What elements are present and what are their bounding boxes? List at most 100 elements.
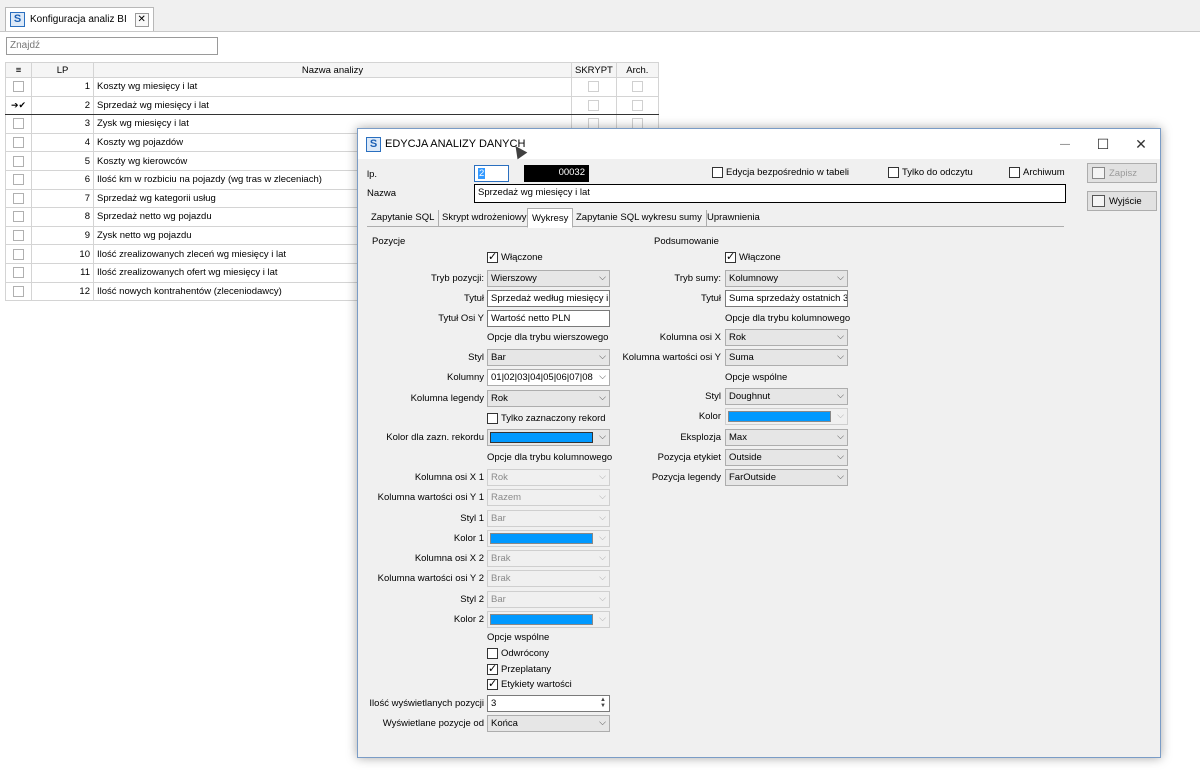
tab-permissions[interactable]: Uprawnienia xyxy=(703,210,764,227)
arch-checkbox[interactable] xyxy=(631,81,643,93)
displayed-from-select[interactable]: Końca ⌵ xyxy=(487,715,610,732)
exit-button[interactable]: Wyjście xyxy=(1087,191,1157,211)
displayed-from-value: Końca xyxy=(491,718,518,729)
style2-label: Styl 2 xyxy=(460,594,484,605)
save-button[interactable]: Zapisz xyxy=(1087,163,1157,183)
row-checkbox[interactable] xyxy=(13,81,24,93)
columns-select[interactable]: 01|02|03|04|05|06|07|08 ⌵ xyxy=(487,369,610,386)
legend-column-select[interactable]: Rok ⌵ xyxy=(487,390,610,407)
sum-x-column-select[interactable]: Rok ⌵ xyxy=(725,329,848,346)
close-icon[interactable]: ✕ xyxy=(134,12,149,27)
reversed-checkbox[interactable]: Odwrócony xyxy=(487,648,549,659)
minimize-button[interactable]: — xyxy=(1046,129,1084,159)
lp-field[interactable]: 2 xyxy=(474,165,509,182)
spin-arrows-icon[interactable]: ▲ ▼ xyxy=(598,697,608,710)
row-checkbox[interactable] xyxy=(13,137,24,149)
sum-style-select[interactable]: Doughnut ⌵ xyxy=(725,388,848,405)
row-checkbox[interactable] xyxy=(13,192,24,204)
row-select-cell[interactable] xyxy=(5,244,32,264)
x1-select[interactable]: Rok ⌵ xyxy=(487,469,610,486)
row-select-cell[interactable] xyxy=(5,151,32,171)
row-select-cell[interactable]: ➔✔ xyxy=(5,95,32,116)
color1-select[interactable]: ⌵ xyxy=(487,530,610,547)
sum-mode-select[interactable]: Kolumnowy ⌵ xyxy=(725,270,848,287)
checkbox-box xyxy=(487,662,498,675)
tab-sql-query[interactable]: Zapytanie SQL xyxy=(367,210,440,227)
y1-select[interactable]: Razem ⌵ xyxy=(487,489,610,506)
color2-select[interactable]: ⌵ xyxy=(487,611,610,628)
color-swatch xyxy=(490,533,593,544)
column-header-script[interactable]: SKRYPT xyxy=(571,62,617,78)
column-header-arch[interactable]: Arch. xyxy=(615,62,659,78)
floppy-disk-icon xyxy=(1092,167,1105,179)
axis-title-input[interactable]: Wartość netto PLN xyxy=(487,310,610,327)
label-position-select[interactable]: Outside ⌵ xyxy=(725,449,848,466)
row-select-cell[interactable] xyxy=(5,169,32,190)
direct-edit-checkbox[interactable]: Edycja bezpośrednio w tabeli xyxy=(712,167,849,178)
row-select-cell[interactable] xyxy=(5,114,32,134)
tab-charts[interactable]: Wykresy xyxy=(527,208,574,228)
row-checkbox[interactable] xyxy=(13,285,24,297)
position-mode-select[interactable]: Wierszowy ⌵ xyxy=(487,270,610,287)
archive-checkbox[interactable]: Archiwum xyxy=(1009,167,1065,178)
style-select[interactable]: Bar ⌵ xyxy=(487,349,610,366)
column-header-name[interactable]: Nazwa analizy xyxy=(93,62,572,78)
y2-select[interactable]: Brak ⌵ xyxy=(487,570,610,587)
interlaced-checkbox[interactable]: Przeplatany xyxy=(487,662,551,675)
tab-sum-chart-sql[interactable]: Zapytanie SQL wykresu sumy xyxy=(572,210,707,227)
row-checkbox[interactable] xyxy=(13,248,24,260)
x2-select[interactable]: Brak ⌵ xyxy=(487,550,610,567)
sum-y-column-select[interactable]: Suma ⌵ xyxy=(725,349,848,366)
legend-position-select[interactable]: FarOutside ⌵ xyxy=(725,469,848,486)
displayed-count-stepper[interactable]: 3 ▲ ▼ xyxy=(487,695,610,712)
row-select-cell[interactable] xyxy=(5,77,32,97)
script-checkbox[interactable] xyxy=(588,81,600,93)
column-header-lp[interactable]: LP xyxy=(31,62,94,78)
row-checkbox[interactable] xyxy=(13,174,24,186)
table-row[interactable]: 1 Koszty wg miesięcy i lat xyxy=(5,77,659,97)
row-lp: 12 xyxy=(31,281,94,302)
summary-enabled-checkbox[interactable]: Włączone xyxy=(725,250,781,263)
row-checkbox[interactable] xyxy=(13,267,24,279)
only-selected-checkbox[interactable]: Tylko zaznaczony rekord xyxy=(487,413,606,424)
row-select-cell[interactable] xyxy=(5,225,32,246)
name-input[interactable]: Sprzedaż wg miesięcy i lat xyxy=(474,184,1066,203)
row-checkbox[interactable] xyxy=(13,118,24,130)
position-mode-value: Wierszowy xyxy=(491,273,537,284)
chevron-down-icon: ⌵ xyxy=(837,471,844,481)
value-labels-checkbox[interactable]: Etykiety wartości xyxy=(487,677,572,690)
row-select-cell[interactable] xyxy=(5,281,32,302)
save-label: Zapisz xyxy=(1109,167,1137,179)
close-button[interactable]: ✕ xyxy=(1122,129,1160,159)
row-select-cell[interactable] xyxy=(5,262,32,283)
table-row[interactable]: ➔✔ 2 Sprzedaż wg miesięcy i lat xyxy=(5,95,659,116)
row-select-cell[interactable] xyxy=(5,207,32,227)
row-select-cell[interactable] xyxy=(5,188,32,209)
row-lp: 1 xyxy=(31,77,94,97)
sum-title-input[interactable]: Suma sprzedaży ostatnich 3 l xyxy=(725,290,848,307)
arch-checkbox[interactable] xyxy=(631,99,643,111)
positions-enabled-checkbox[interactable]: Włączone xyxy=(487,250,543,263)
explode-select[interactable]: Max ⌵ xyxy=(725,429,848,446)
maximize-button[interactable]: ☐ xyxy=(1084,129,1122,159)
sum-color-select[interactable]: ⌵ xyxy=(725,408,848,425)
style2-select[interactable]: Bar ⌵ xyxy=(487,591,610,608)
row-checkbox[interactable] xyxy=(13,230,24,242)
row-checkbox[interactable] xyxy=(13,155,24,167)
tab-deploy-script[interactable]: Skrypt wdrożeniowy xyxy=(438,210,532,227)
title-input[interactable]: Sprzedaż według miesięcy i la xyxy=(487,290,610,307)
search-input[interactable]: Znajdź xyxy=(6,37,218,55)
edit-analysis-dialog: S EDYCJA ANALIZY DANYCH — ☐ ✕ lp. 2 0003… xyxy=(357,128,1161,758)
row-arch-cell xyxy=(615,95,659,116)
document-tab[interactable]: S Konfiguracja analiz BI ✕ xyxy=(5,7,154,31)
row-checkbox[interactable] xyxy=(13,211,24,223)
dialog-title-bar[interactable]: S EDYCJA ANALIZY DANYCH xyxy=(358,129,1160,159)
selected-color-select[interactable]: ⌵ xyxy=(487,429,610,446)
style1-select[interactable]: Bar ⌵ xyxy=(487,510,610,527)
chevron-down-icon: ⌵ xyxy=(599,392,606,402)
script-checkbox[interactable] xyxy=(588,99,600,111)
row-select-cell[interactable] xyxy=(5,132,32,153)
read-only-checkbox[interactable]: Tylko do odczytu xyxy=(888,167,973,178)
chevron-down-icon: ⌵ xyxy=(599,717,606,727)
column-menu-icon[interactable]: ≡ xyxy=(5,62,32,78)
